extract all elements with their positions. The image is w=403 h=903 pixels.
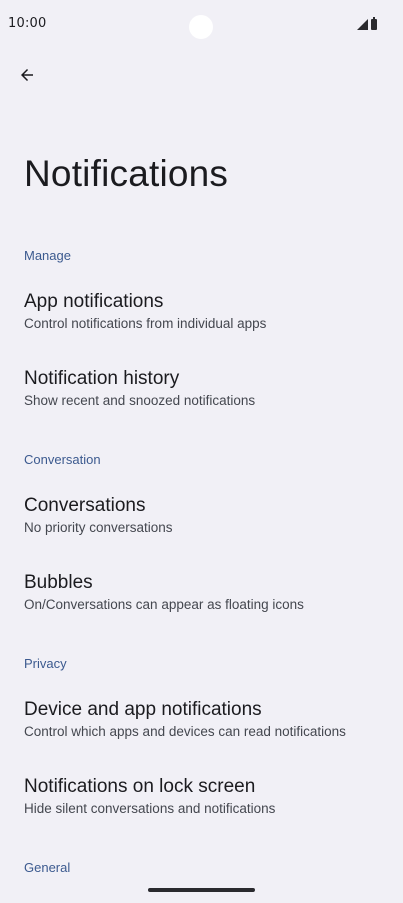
section-header-manage: Manage	[24, 248, 71, 263]
settings-item-notification-history[interactable]: Notification history Show recent and sno…	[0, 367, 403, 410]
page-title: Notifications	[24, 153, 229, 194]
item-title: App notifications	[24, 291, 164, 312]
settings-item-bubbles[interactable]: Bubbles On/Conversations can appear as f…	[0, 571, 403, 614]
back-button[interactable]	[12, 60, 42, 90]
settings-item-lock-screen-notifications[interactable]: Notifications on lock screen Hide silent…	[0, 775, 403, 818]
item-subtitle: On/Conversations can appear as floating …	[24, 597, 304, 612]
item-title: Device and app notifications	[24, 699, 262, 720]
section-header-conversation: Conversation	[24, 452, 101, 467]
settings-item-device-app-notifications[interactable]: Device and app notifications Control whi…	[0, 698, 403, 741]
item-title: Conversations	[24, 495, 146, 516]
item-subtitle: Hide silent conversations and notificati…	[24, 801, 276, 816]
item-subtitle: Show recent and snoozed notifications	[24, 393, 256, 408]
section-header-general: General	[24, 860, 71, 875]
settings-item-conversations[interactable]: Conversations No priority conversations	[0, 494, 403, 537]
camera-cutout	[189, 15, 213, 39]
item-title: Notification history	[24, 368, 180, 389]
item-title: Bubbles	[24, 572, 93, 593]
status-time: 10:00	[8, 16, 47, 31]
item-subtitle: No priority conversations	[24, 520, 173, 535]
home-gesture-bar[interactable]	[148, 888, 255, 892]
settings-item-app-notifications[interactable]: App notifications Control notifications …	[0, 290, 403, 333]
arrow-back-icon	[21, 69, 33, 81]
status-bar: 10:00	[0, 0, 403, 48]
battery-icon	[371, 17, 377, 30]
signal-icon	[357, 19, 368, 30]
item-subtitle: Control which apps and devices can read …	[24, 724, 346, 739]
item-title: Notifications on lock screen	[24, 776, 256, 797]
status-icons	[357, 16, 377, 30]
item-subtitle: Control notifications from individual ap…	[24, 316, 267, 331]
section-header-privacy: Privacy	[24, 656, 67, 671]
